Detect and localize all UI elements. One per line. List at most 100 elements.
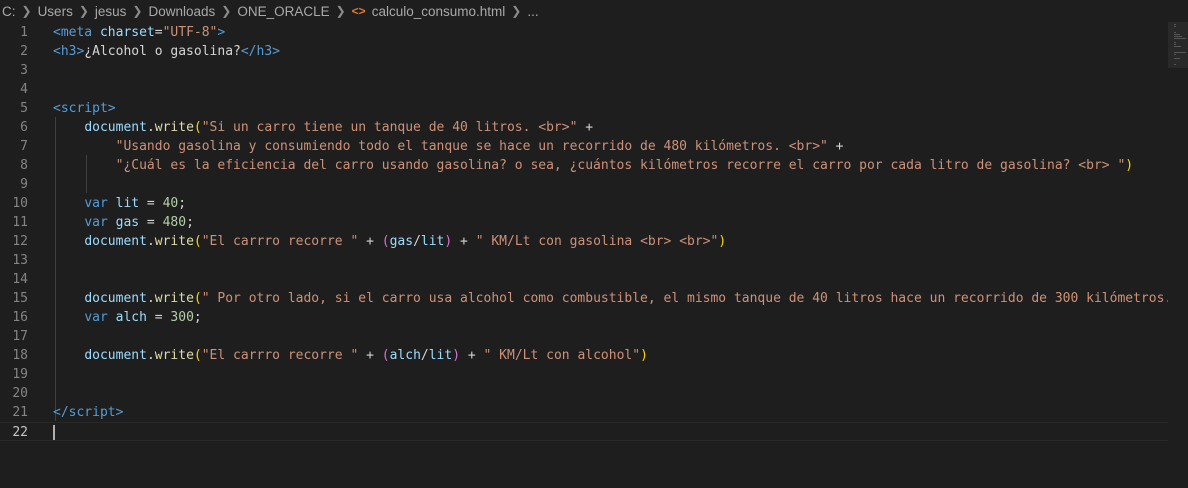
- code-text: document.write("El carrro recorre " + (a…: [53, 346, 648, 365]
- line-number: 18: [12, 348, 28, 363]
- code-line[interactable]: 6 document.write("Si un carro tiene un t…: [0, 118, 1168, 137]
- code-line[interactable]: 7 "Usando gasolina y consumiendo todo el…: [0, 137, 1168, 156]
- line-number: 1: [20, 25, 28, 40]
- code-line[interactable]: 9: [0, 175, 1168, 194]
- code-token: .: [146, 234, 155, 249]
- code-line[interactable]: 17: [0, 327, 1168, 346]
- breadcrumb-item[interactable]: Downloads: [146, 4, 217, 19]
- minimap[interactable]: [1168, 22, 1188, 488]
- code-token: "Si un carro tiene un tanque de 40 litro…: [201, 120, 578, 135]
- code-token: =: [139, 215, 163, 230]
- code-token: charset: [99, 25, 155, 40]
- code-token: alch: [115, 310, 147, 325]
- code-token: =: [139, 196, 163, 211]
- chevron-right-icon: ❯: [78, 4, 89, 18]
- code-token: +: [358, 234, 382, 249]
- code-token: write: [154, 120, 194, 135]
- code-token: .: [146, 348, 155, 363]
- breadcrumb-item[interactable]: ...: [525, 4, 540, 19]
- code-text: document.write(" Por otro lado, si el ca…: [53, 289, 1168, 308]
- code-token: <: [53, 25, 61, 40]
- code-text: var alch = 300;: [53, 308, 201, 327]
- code-token: "El carrro recorre ": [201, 234, 359, 249]
- code-line[interactable]: 16 var alch = 300;: [0, 308, 1168, 327]
- code-token: <: [53, 101, 61, 116]
- code-token: document: [84, 348, 147, 363]
- line-number: 6: [20, 120, 28, 135]
- minimap-slider[interactable]: [1168, 22, 1188, 68]
- code-line[interactable]: 20: [0, 384, 1168, 403]
- code-text: <script>: [53, 99, 116, 118]
- minimap-line: [1174, 64, 1176, 65]
- code-line[interactable]: 8 "¿Cuál es la eficiencia del carro usan…: [0, 156, 1168, 175]
- line-number: 22: [12, 425, 28, 440]
- minimap-line: [1174, 46, 1181, 47]
- code-line[interactable]: 15 document.write(" Por otro lado, si el…: [0, 289, 1168, 308]
- minimap-line: [1174, 26, 1176, 27]
- line-number: 21: [12, 405, 28, 420]
- code-editor[interactable]: 1 <meta charset="UTF-8"> 2 <h3>¿Alcohol o g…: [0, 22, 1168, 488]
- code-token: 40: [162, 196, 179, 211]
- minimap-line: [1174, 44, 1176, 45]
- line-number: 13: [12, 253, 28, 268]
- code-token: ): [452, 348, 461, 363]
- code-token: (: [193, 348, 202, 363]
- code-line[interactable]: 1 <meta charset="UTF-8">: [0, 23, 1168, 42]
- code-token: (: [193, 234, 202, 249]
- line-number: 17: [12, 329, 28, 344]
- line-number: 3: [20, 63, 28, 78]
- line-number: 12: [12, 234, 28, 249]
- code-line[interactable]: 11 var gas = 480;: [0, 213, 1168, 232]
- breadcrumb-item[interactable]: C:: [0, 4, 18, 19]
- code-token: (: [193, 120, 202, 135]
- code-text: var gas = 480;: [53, 213, 194, 232]
- line-number: 11: [12, 215, 28, 230]
- code-line[interactable]: 4: [0, 80, 1168, 99]
- code-token: =: [146, 310, 171, 325]
- code-token: </: [53, 405, 69, 420]
- code-line[interactable]: 12 document.write("El carrro recorre " +…: [0, 232, 1168, 251]
- code-token: var: [84, 196, 108, 211]
- breadcrumb-item[interactable]: calculo_consumo.html: [370, 4, 508, 19]
- code-token: h3: [256, 44, 273, 59]
- code-token: lit: [428, 348, 453, 363]
- minimap-line: [1174, 32, 1176, 33]
- code-line[interactable]: 21 </script>: [0, 403, 1168, 422]
- code-text: <h3>¿Alcohol o gasolina?</h3>: [53, 42, 280, 61]
- chevron-right-icon: ❯: [511, 4, 522, 18]
- code-line[interactable]: 10 var lit = 40;: [0, 194, 1168, 213]
- code-line[interactable]: 3: [0, 61, 1168, 80]
- code-line[interactable]: 5 <script>: [0, 99, 1168, 118]
- code-token: "Usando gasolina y consumiendo todo el t…: [115, 139, 828, 154]
- breadcrumb-item[interactable]: jesus: [93, 4, 129, 19]
- code-text: var lit = 40;: [53, 194, 186, 213]
- line-number: 20: [12, 386, 28, 401]
- code-token: ): [718, 234, 727, 249]
- line-number: 16: [12, 310, 28, 325]
- chevron-right-icon: ❯: [21, 4, 32, 18]
- code-line[interactable]: 2 <h3>¿Alcohol o gasolina?</h3>: [0, 42, 1168, 61]
- line-number: 2: [20, 44, 28, 59]
- code-line[interactable]: 22: [0, 422, 1168, 441]
- code-line[interactable]: 19: [0, 365, 1168, 384]
- line-number: 19: [12, 367, 28, 382]
- chevron-right-icon: ❯: [132, 4, 143, 18]
- code-text: document.write("Si un carro tiene un tan…: [53, 118, 593, 137]
- code-line[interactable]: 13: [0, 251, 1168, 270]
- text-cursor: [53, 425, 55, 440]
- breadcrumb-item[interactable]: ONE_ORACLE: [235, 4, 331, 19]
- code-text: document.write("El carrro recorre " + (g…: [53, 232, 726, 251]
- minimap-line: [1174, 36, 1182, 37]
- breadcrumb-item[interactable]: Users: [36, 4, 75, 19]
- code-token: +: [358, 348, 382, 363]
- code-line[interactable]: 14: [0, 270, 1168, 289]
- code-token: write: [154, 234, 194, 249]
- code-token: lit: [420, 234, 445, 249]
- minimap-line: [1174, 38, 1186, 39]
- code-line[interactable]: 18 document.write("El carrro recorre " +…: [0, 346, 1168, 365]
